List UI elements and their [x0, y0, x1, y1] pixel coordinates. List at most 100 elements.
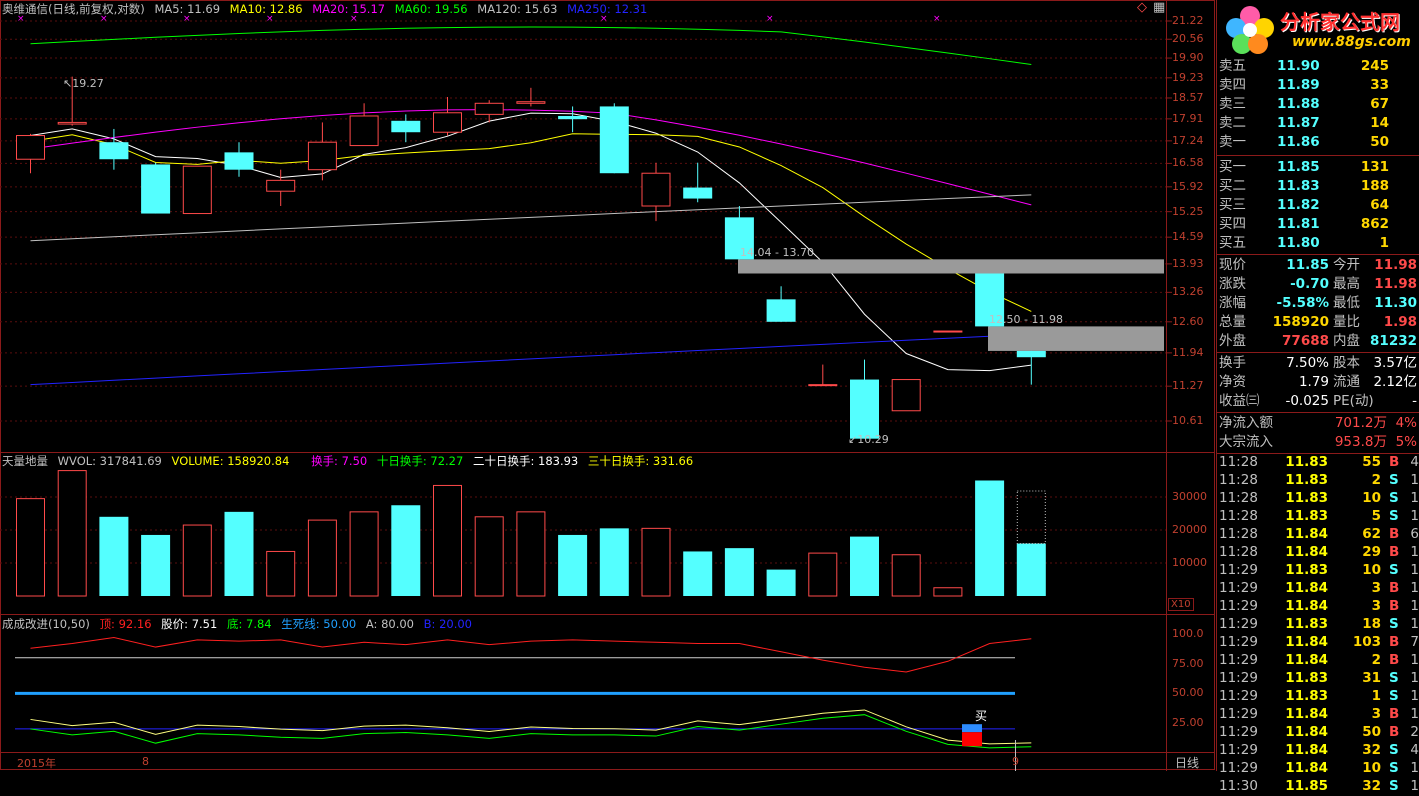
indicator-tick-label: 25.00 [1172, 716, 1204, 729]
stat-label: 涨跌 [1219, 276, 1246, 292]
price-tick-label: 10.61 [1172, 414, 1204, 427]
volume-bar [683, 551, 713, 596]
trade-side: B [1389, 652, 1400, 668]
logo-title: 分析家公式网 [1280, 10, 1400, 34]
volume-bar [391, 505, 421, 596]
trade-count: 6 [1410, 526, 1419, 542]
trade-price: 11.84 [1285, 580, 1328, 596]
bottom-label: 底: 7.84 [226, 617, 272, 631]
trade-volume: 2 [1371, 472, 1381, 488]
price-tick-label: 18.57 [1172, 90, 1204, 104]
grid-toggle-icon[interactable]: ▦ [1153, 0, 1165, 15]
top-marker: × [933, 14, 941, 24]
trade-volume: 5 [1371, 508, 1381, 524]
price-label: 股价: 7.51 [161, 617, 218, 631]
flower-logo-icon [1226, 6, 1274, 54]
volume-bars [16, 470, 1046, 597]
top-label: 顶: 92.16 [99, 617, 152, 631]
candle [599, 103, 629, 174]
volume-bar [57, 470, 87, 597]
trade-side: B [1389, 580, 1400, 596]
trade-volume: 3 [1371, 598, 1381, 614]
trade-count: 1 [1410, 760, 1419, 776]
gap-zone [738, 259, 1164, 274]
trade-row: 11:29 11.83 1 S 1 [1217, 687, 1419, 706]
flow-value: 953.8万 [1334, 434, 1387, 450]
ask-volume: 50 [1370, 134, 1389, 150]
trade-count: 1 [1410, 472, 1419, 488]
flow-label: 净流入额 [1219, 415, 1273, 431]
candle [182, 165, 212, 215]
indicator-tick-label: 100.0 [1172, 627, 1204, 640]
divider [1217, 352, 1419, 353]
trade-count: 4 [1410, 454, 1419, 470]
trade-count: 7 [1410, 634, 1419, 650]
stat-value: -0.70 [1290, 276, 1329, 292]
trade-price: 11.84 [1285, 544, 1328, 560]
flow-label: 大宗流入 [1219, 434, 1273, 450]
stat-label: 最高 [1333, 276, 1360, 292]
volume-bar [975, 480, 1005, 596]
trade-count: 1 [1410, 670, 1419, 686]
ask-row: 卖二 11.87 14 [1217, 114, 1419, 133]
stat-row: 总量 158920 量比 1.98 [1217, 313, 1419, 332]
diamond-icon[interactable]: ◇ [1137, 0, 1147, 15]
high-price-label: 19.27 [72, 77, 104, 90]
candle [808, 364, 838, 387]
stat-row: 换手 7.50% 股本 3.57亿 [1217, 354, 1419, 373]
trade-price: 11.83 [1285, 562, 1328, 578]
trade-row: 11:29 11.84 10 S 1 [1217, 759, 1419, 778]
buy-signal-label: 买 [975, 709, 988, 723]
volume-bar [850, 536, 879, 596]
candle [433, 97, 462, 136]
bid-volume: 862 [1360, 216, 1389, 232]
ma20-label: MA20: 15.17 [312, 2, 386, 16]
bid-price: 11.81 [1277, 216, 1320, 232]
ask-price: 11.86 [1277, 134, 1320, 150]
volume-unit-label: X10 [1168, 598, 1194, 611]
volume-bar [349, 511, 379, 597]
gap2-label: 12.50 - 11.98 [989, 313, 1063, 326]
year-label: 2015年 [17, 757, 56, 770]
ask-volume: 67 [1370, 96, 1389, 112]
candle [891, 379, 921, 412]
price-tick-label: 11.94 [1172, 345, 1204, 359]
trade-count: 1 [1410, 508, 1419, 524]
ask-price: 11.88 [1277, 96, 1320, 112]
volume-bar [599, 528, 629, 596]
trade-row: 11:28 11.83 10 S 1 [1217, 489, 1419, 508]
trade-volume: 62 [1362, 526, 1381, 542]
trade-time: 11:29 [1219, 760, 1258, 776]
ma60-line [30, 26, 1032, 65]
logo-url: www.88gs.com [1292, 34, 1411, 50]
trade-volume: 10 [1362, 562, 1381, 578]
ma250-label: MA250: 12.31 [567, 2, 648, 16]
bid-price: 11.85 [1277, 159, 1320, 175]
trade-count: 1 [1410, 580, 1419, 596]
bid-price: 11.83 [1277, 178, 1320, 194]
trade-row: 11:28 11.83 55 B 4 [1217, 453, 1419, 472]
trade-side: B [1389, 526, 1400, 542]
stat-value: 2.12亿 [1373, 374, 1417, 390]
period-button[interactable]: 日线 [1175, 754, 1199, 771]
bid-row: 买三 11.82 64 [1217, 196, 1419, 215]
bid-row: 买一 11.85 131 [1217, 158, 1419, 177]
trade-side: B [1389, 706, 1400, 722]
flow-value: 701.2万 [1334, 415, 1387, 431]
bottom-line [30, 714, 1032, 749]
ask-row: 卖一 11.86 50 [1217, 133, 1419, 152]
trade-row: 11:29 11.84 3 B 1 [1217, 579, 1419, 598]
trade-volume: 31 [1362, 670, 1381, 686]
stat-value: 11.98 [1374, 276, 1417, 292]
candle [1016, 350, 1046, 385]
main-chart[interactable]: × × × × × × × × [0, 0, 1216, 771]
ma5-line [30, 112, 1032, 372]
volume-tick-label: 10000 [1172, 556, 1207, 569]
trade-count: 2 [1410, 724, 1419, 740]
trade-side: B [1389, 634, 1400, 650]
flow-percent: 5% [1395, 434, 1417, 450]
stat-row: 收益㈢ -0.025 PE(动) - [1217, 392, 1419, 411]
ma5-label: MA5: 11.69 [154, 2, 221, 16]
bid-volume: 188 [1360, 178, 1389, 194]
stat-value: 11.30 [1374, 295, 1417, 311]
